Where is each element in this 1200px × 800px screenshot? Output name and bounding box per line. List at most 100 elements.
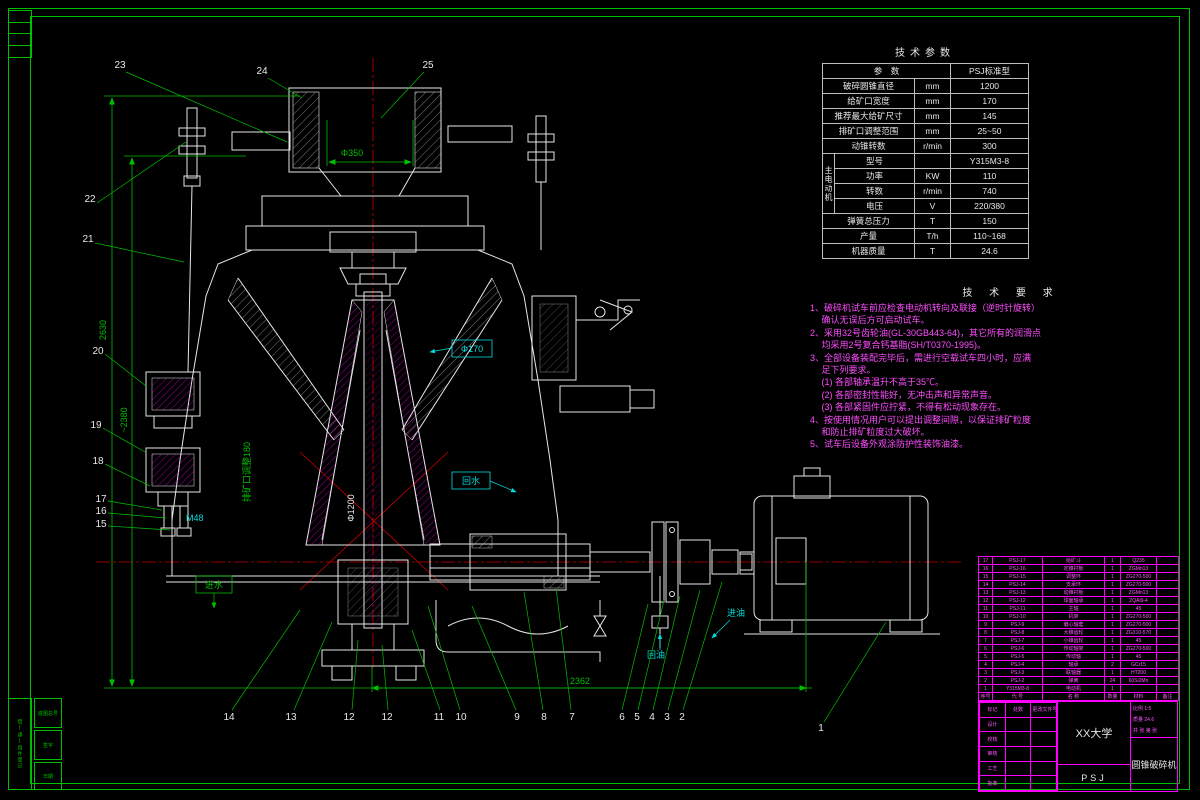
parts-cell: PSJ-2 — [993, 677, 1043, 685]
parts-cell: 1 — [1105, 621, 1121, 629]
parts-cell: PSJ-3 — [993, 669, 1043, 677]
param-unit: mm — [915, 94, 951, 109]
dim-2380: ~2380 — [119, 407, 129, 432]
param-value: 145 — [951, 109, 1029, 124]
signature-row: 批准 — [980, 776, 1057, 791]
parts-cell: 5 — [979, 653, 993, 661]
signature-row: 工艺 — [980, 761, 1057, 776]
callout-8: 8 — [541, 712, 547, 723]
label-out-water: 回水 — [462, 475, 480, 486]
parts-cell: PSJ-8 — [993, 629, 1043, 637]
parts-cell: PSJ-14 — [993, 581, 1043, 589]
param-value: 25~50 — [951, 124, 1029, 139]
param-name: 转数 — [835, 184, 915, 199]
label-d170: Φ170 — [461, 344, 483, 354]
parts-row: 17PSJ-17给矿斗1Q235 — [979, 557, 1179, 565]
parts-cell: 联轴器 — [1043, 669, 1105, 677]
param-unit: T — [915, 214, 951, 229]
callout-23: 23 — [114, 60, 126, 71]
parts-cell: 15 — [979, 573, 993, 581]
parts-cell: 24 — [1105, 677, 1121, 685]
param-unit: r/min — [915, 184, 951, 199]
callout-20: 20 — [92, 346, 104, 357]
param-value: 220/380 — [951, 199, 1029, 214]
signature-row: 审核 — [980, 746, 1057, 761]
table-row: 参 数 PSJ标准型 — [823, 64, 1029, 79]
dimension-lines — [104, 96, 812, 692]
params-header-model: PSJ标准型 — [951, 64, 1029, 79]
signature-row: 设计 — [980, 717, 1057, 732]
table-row: 电压V220/380 — [823, 199, 1029, 214]
parts-cell: HT200 — [1121, 669, 1157, 677]
param-unit: T — [915, 244, 951, 259]
parts-cell: 11 — [979, 605, 993, 613]
tech-params-table: 参 数 PSJ标准型 破碎圆锥直径mm1200 给矿口宽度mm170 推荐最大给… — [822, 63, 1029, 259]
tech-requirement-line: (3) 各部紧固件应拧紧，不得有松动现象存在。 — [810, 401, 1200, 413]
parts-cell: ZGMn13 — [1121, 589, 1157, 597]
param-value: Y315M3-8 — [951, 154, 1029, 169]
parts-cell — [1157, 613, 1179, 621]
parts-row: 14PSJ-14支承环1ZG270-500 — [979, 581, 1179, 589]
table-row: 推荐最大给矿尺寸mm145 — [823, 109, 1029, 124]
param-unit: r/min — [915, 139, 951, 154]
parts-cell: ZG270-500 — [1121, 613, 1157, 621]
parts-cell — [1157, 557, 1179, 565]
parts-cell: 1 — [1105, 637, 1121, 645]
param-value: 170 — [951, 94, 1029, 109]
title-block: 17PSJ-17给矿斗1Q23516PSJ-16定锥衬板1ZGMn1315PSJ… — [978, 556, 1178, 792]
parts-cell: 60Si2Mn — [1121, 677, 1157, 685]
parts-row: 5PSJ-5传动轴145 — [979, 653, 1179, 661]
param-unit: V — [915, 199, 951, 214]
parts-cell: 动锥衬板 — [1043, 589, 1105, 597]
param-name: 破碎圆锥直径 — [823, 79, 915, 94]
callout-25: 25 — [422, 60, 434, 71]
parts-row: 2PSJ-2弹簧2460Si2Mn — [979, 677, 1179, 685]
parts-cell: 17 — [979, 557, 993, 565]
param-name: 机器质量 — [823, 244, 915, 259]
parts-cell — [1157, 677, 1179, 685]
margin-box-1: 底图总号 — [34, 698, 62, 728]
parts-row: 1Y315M3-8电动机1 — [979, 685, 1179, 693]
parts-cell: PSJ-13 — [993, 589, 1043, 597]
signature-cell: 更改文件号 — [1031, 703, 1057, 718]
parts-row: 16PSJ-16定锥衬板1ZGMn13 — [979, 565, 1179, 573]
parts-row: 11PSJ-11主轴145 — [979, 605, 1179, 613]
dim-1200: Φ1200 — [346, 494, 356, 521]
signature-cell — [1031, 717, 1057, 732]
parts-cell — [1157, 653, 1179, 661]
signature-cell — [1005, 746, 1031, 761]
parts-cell: 传动轴架 — [1043, 645, 1105, 653]
callout-14: 14 — [223, 712, 235, 723]
margin-register-box: 借(通)用件登记 — [8, 698, 32, 790]
table-row: 弹簧总压力T150 — [823, 214, 1029, 229]
param-name: 电压 — [835, 199, 915, 214]
parts-cell: PSJ-7 — [993, 637, 1043, 645]
parts-cell: 14 — [979, 581, 993, 589]
param-unit: mm — [915, 79, 951, 94]
parts-cell — [1121, 685, 1157, 693]
parts-cell: 13 — [979, 589, 993, 597]
param-unit: T/h — [915, 229, 951, 244]
parts-cell: 2 — [1105, 661, 1121, 669]
parts-cell: 弹簧 — [1043, 677, 1105, 685]
parts-cell: 轴承 — [1043, 661, 1105, 669]
cad-sheet: 2630 ~2380 2362 Φ350 Φ1200 排矿口调整180 M48 … — [0, 0, 1200, 800]
sheet-count: 共 张 第 张 — [1133, 727, 1175, 734]
parts-cell: ZGMn13 — [1121, 565, 1157, 573]
parts-row: 8PSJ-8大锥齿轮1ZG310-570 — [979, 629, 1179, 637]
callout-9: 9 — [514, 712, 520, 723]
dim-adjust: 排矿口调整180 — [241, 442, 252, 502]
signature-cell — [1005, 717, 1031, 732]
tech-requirement-line: 确认无误后方可启动试车。 — [810, 314, 1200, 326]
callout-24: 24 — [256, 66, 268, 77]
parts-cell: PSJ-12 — [993, 597, 1043, 605]
parts-cell: 主轴 — [1043, 605, 1105, 613]
parts-cell: 大锥齿轮 — [1043, 629, 1105, 637]
motor-group-label: 主电动机 — [823, 154, 835, 214]
param-name: 动锥转数 — [823, 139, 915, 154]
callout-17: 17 — [95, 494, 107, 505]
parts-row: 10PSJ-10机架1ZG270-500 — [979, 613, 1179, 621]
parts-cell: ZG310-570 — [1121, 629, 1157, 637]
parts-header-row: 序号代 号名 称数量材料备注 — [979, 693, 1179, 701]
parts-cell: 1 — [1105, 573, 1121, 581]
